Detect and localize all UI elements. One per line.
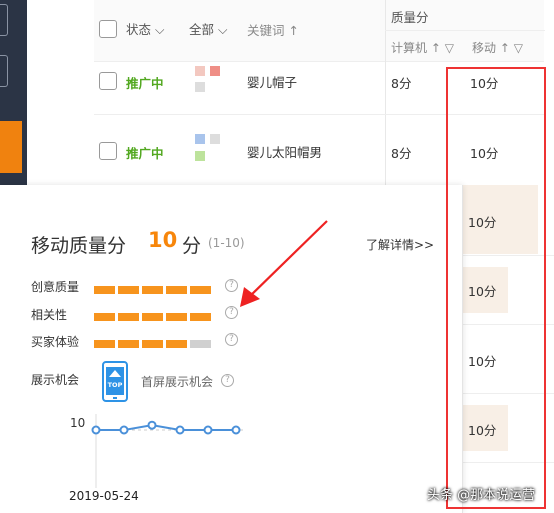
pc-score-cell: 8分: [391, 146, 412, 161]
keyword-column-header[interactable]: 关键词 ↑: [247, 20, 299, 39]
channel-square: [195, 151, 205, 161]
metric-segment: [166, 340, 187, 348]
help-icon[interactable]: ?: [221, 374, 234, 387]
sidebar-active-button[interactable]: [0, 121, 22, 173]
metric-label: 相关性: [31, 308, 68, 322]
trend-point: [203, 425, 213, 435]
left-sidebar: [0, 0, 27, 185]
red-arrow-annotation: [240, 220, 328, 307]
watermark: 头条 @那本说运营: [427, 488, 536, 503]
popup-score: 10: [148, 228, 178, 252]
chevron-down-icon: ⌵: [155, 22, 165, 37]
header-divider: [385, 30, 545, 31]
popup-title: 移动质量分: [31, 235, 127, 257]
trend-point: [91, 425, 101, 435]
keyword-cell[interactable]: 婴儿太阳帽男: [247, 142, 322, 161]
metric-segment: [166, 286, 187, 294]
metric-segment: [142, 313, 163, 321]
status-badge: 推广中: [126, 146, 164, 161]
row-checkbox[interactable]: [99, 72, 117, 90]
popup-score-unit: 分: [182, 235, 202, 257]
pc-score-header[interactable]: 计算机 ↑ ▽: [391, 39, 454, 56]
arrow-up-icon: [109, 370, 121, 377]
column-divider: [385, 0, 386, 185]
metric-segment: [118, 313, 139, 321]
sidebar-tab[interactable]: [0, 4, 8, 36]
keyword-cell[interactable]: 婴儿帽子: [247, 72, 297, 91]
trend-line: [96, 424, 236, 431]
chevron-down-icon: ⌵: [218, 22, 228, 37]
all-filter[interactable]: 全部 ⌵: [189, 19, 227, 38]
row-checkbox[interactable]: [99, 142, 117, 160]
metric-segment: [142, 340, 163, 348]
trend-point: [175, 425, 185, 435]
metric-label: 创意质量: [31, 280, 80, 294]
display-opportunity-label: 展示机会: [31, 373, 80, 387]
metric-segment: [94, 340, 115, 348]
channel-square: [210, 134, 220, 144]
metric-segment: [94, 313, 115, 321]
mobile-score-header[interactable]: 移动 ↑ ▽: [472, 39, 523, 56]
metric-segment: [118, 340, 139, 348]
channel-square: [195, 66, 205, 76]
trend-point: [231, 425, 241, 435]
red-highlight-box: [446, 67, 546, 509]
status-filter[interactable]: 状态 ⌵: [126, 19, 164, 38]
status-badge: 推广中: [126, 76, 164, 91]
filter-icon[interactable]: ▽: [514, 41, 523, 55]
channel-square: [195, 134, 205, 144]
learn-more-link[interactable]: 了解详情>>: [366, 236, 434, 253]
metric-segment: [190, 313, 211, 321]
help-icon[interactable]: ?: [225, 333, 238, 346]
metric-segment: [190, 286, 211, 294]
top-screen-phone-icon: TOP: [102, 361, 128, 402]
quality-score-header: 质量分: [391, 10, 429, 25]
sidebar-tab[interactable]: [0, 55, 8, 87]
channel-square: [210, 66, 220, 76]
metric-segment: [118, 286, 139, 294]
metric-segment: [166, 313, 187, 321]
pc-score-cell: 8分: [391, 76, 412, 91]
trend-point: [147, 420, 157, 430]
trend-y-label: 10: [70, 416, 86, 430]
trend-x-label: 2019-05-24: [69, 489, 139, 503]
metric-label: 买家体验: [31, 335, 80, 349]
score-trend-chart: [91, 414, 246, 488]
channel-square: [195, 82, 205, 92]
select-all-checkbox[interactable]: [99, 20, 117, 38]
filter-icon[interactable]: ▽: [445, 41, 454, 55]
trend-point: [119, 425, 129, 435]
metric-segment-empty: [190, 340, 211, 348]
display-opportunity-value: 首屏展示机会: [141, 375, 214, 389]
metric-segment: [142, 286, 163, 294]
metric-segment: [94, 286, 115, 294]
